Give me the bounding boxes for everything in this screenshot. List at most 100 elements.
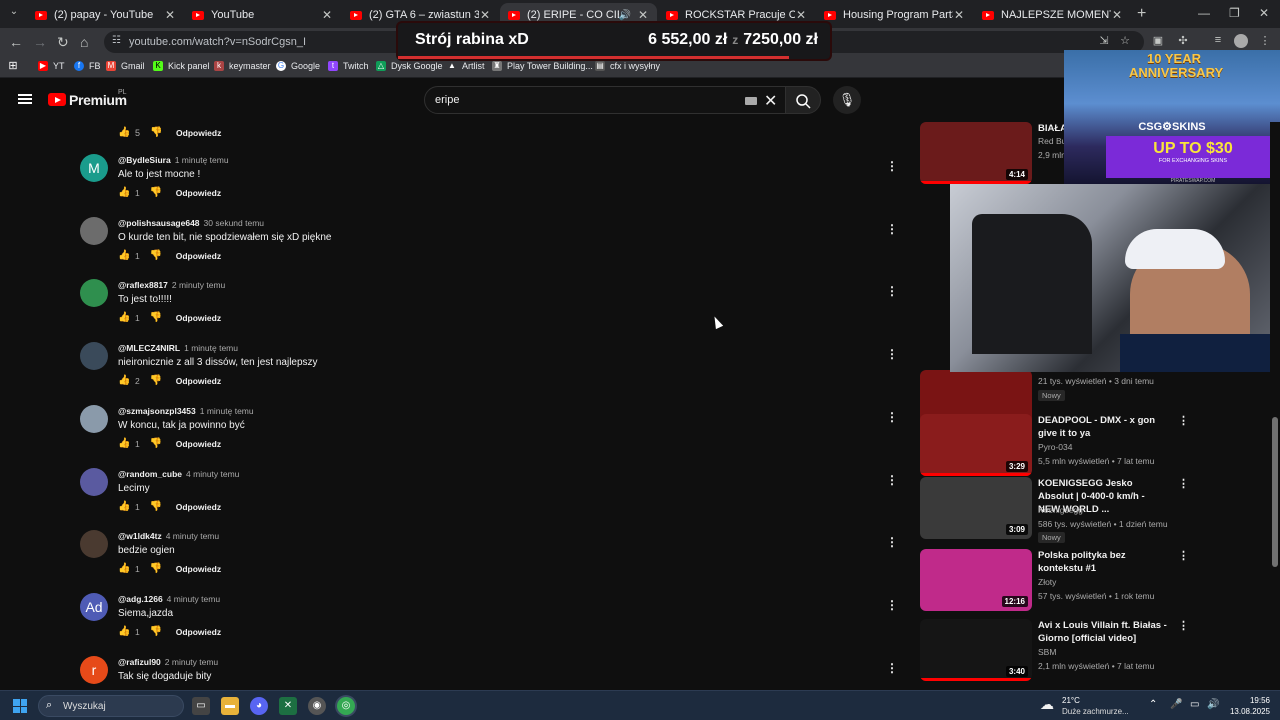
- dislike-icon[interactable]: 👎: [150, 438, 162, 450]
- profile-avatar[interactable]: [1234, 34, 1248, 48]
- comment-more-icon[interactable]: ⋮: [886, 222, 898, 236]
- video-channel[interactable]: Złoty: [1038, 577, 1056, 587]
- dislike-icon[interactable]: 👎: [150, 501, 162, 513]
- bookmark-artlist[interactable]: ▲ Artlist: [447, 61, 484, 71]
- extension-icon[interactable]: ▣: [1151, 34, 1165, 48]
- chrome-menu-icon[interactable]: ⋮: [1258, 34, 1272, 48]
- close-tab-icon[interactable]: ✕: [795, 8, 807, 22]
- like-icon[interactable]: 👍: [118, 250, 130, 262]
- search-button[interactable]: [785, 86, 821, 114]
- comment-author[interactable]: @adg.1266 4 minuty temu: [118, 594, 220, 604]
- author-handle[interactable]: @raflex8817: [118, 280, 168, 290]
- author-handle[interactable]: @adg.1266: [118, 594, 163, 604]
- search-box[interactable]: eripe ✕: [424, 86, 786, 114]
- bookmark-kick-panel[interactable]: K Kick panel: [153, 61, 210, 71]
- reply-button[interactable]: Odpowiedz: [176, 502, 221, 512]
- comment-time[interactable]: 2 minuty temu: [165, 657, 218, 667]
- close-tab-icon[interactable]: ✕: [479, 8, 491, 22]
- like-icon[interactable]: 👍: [118, 438, 130, 450]
- comment-more-icon[interactable]: ⋮: [886, 661, 898, 675]
- author-handle[interactable]: @MLECZ4NIRL: [118, 343, 180, 353]
- video-thumbnail[interactable]: 3:40: [920, 619, 1032, 681]
- close-tab-icon[interactable]: ✕: [1111, 8, 1123, 22]
- video-thumbnail[interactable]: 12:16: [920, 549, 1032, 611]
- dislike-icon[interactable]: 👎: [150, 312, 162, 324]
- comment-more-icon[interactable]: ⋮: [886, 284, 898, 298]
- avatar[interactable]: Ad: [80, 592, 108, 621]
- tray-chevron-icon[interactable]: ⌃: [1149, 699, 1157, 710]
- speaker-icon[interactable]: 🔊: [619, 10, 631, 21]
- microphone-icon[interactable]: 🎤: [1170, 699, 1182, 710]
- avatar[interactable]: [80, 216, 108, 245]
- close-window-button[interactable]: ✕: [1259, 6, 1269, 20]
- network-icon[interactable]: ▭: [1190, 699, 1199, 710]
- home-icon[interactable]: ⌂: [80, 34, 88, 50]
- taskbar-search[interactable]: ⌕ Wyszukaj: [38, 695, 184, 717]
- reply-button[interactable]: Odpowiedz: [176, 627, 221, 637]
- site-info-icon[interactable]: ☷: [112, 35, 121, 46]
- restore-button[interactable]: ❐: [1229, 6, 1240, 20]
- video-more-icon[interactable]: ⋮: [1178, 549, 1189, 562]
- author-handle[interactable]: @rafizul90: [118, 657, 161, 667]
- comment-time[interactable]: 1 minutę temu: [184, 343, 238, 353]
- dislike-icon[interactable]: 👎: [150, 187, 162, 199]
- video-thumbnail[interactable]: 3:09: [920, 477, 1032, 539]
- comment-author[interactable]: @random_cube 4 minuty temu: [118, 469, 239, 479]
- like-icon[interactable]: 👍: [118, 127, 130, 139]
- close-tab-icon[interactable]: ✕: [637, 8, 649, 22]
- page-scrollbar[interactable]: [1270, 122, 1280, 690]
- avatar[interactable]: [80, 404, 108, 433]
- video-more-icon[interactable]: ⋮: [1178, 414, 1189, 427]
- bookmark-drive[interactable]: △ Dysk Google: [376, 61, 443, 71]
- dislike-icon[interactable]: 👎: [150, 127, 162, 139]
- dislike-icon[interactable]: 👎: [150, 626, 162, 638]
- comment-author[interactable]: @MLECZ4NIRL 1 minutę temu: [118, 343, 238, 353]
- comment-author[interactable]: @polishsausage648 30 sekund temu: [118, 218, 264, 228]
- weather-widget[interactable]: ☁ 21°C Duże zachmurze...: [1040, 694, 1140, 718]
- author-handle[interactable]: @BydleSiura: [118, 155, 171, 165]
- tab-2[interactable]: YouTube ✕: [184, 3, 341, 27]
- minimize-button[interactable]: —: [1198, 6, 1210, 20]
- scrollbar-thumb[interactable]: [1272, 417, 1278, 567]
- chrome-icon[interactable]: ◎: [337, 697, 355, 715]
- discord-icon[interactable]: ◕: [250, 697, 268, 715]
- volume-icon[interactable]: 🔊: [1207, 699, 1219, 710]
- comment-time[interactable]: 4 minuty temu: [186, 469, 239, 479]
- close-tab-icon[interactable]: ✕: [953, 8, 965, 22]
- comment-more-icon[interactable]: ⋮: [886, 598, 898, 612]
- video-channel[interactable]: SBM: [1038, 647, 1056, 657]
- back-icon[interactable]: ←: [9, 34, 23, 50]
- comment-time[interactable]: 2 minuty temu: [172, 280, 225, 290]
- comment-more-icon[interactable]: ⋮: [886, 410, 898, 424]
- excel-icon[interactable]: ✕: [279, 697, 297, 715]
- video-more-icon[interactable]: ⋮: [1178, 477, 1189, 490]
- like-icon[interactable]: 👍: [118, 563, 130, 575]
- new-tab-button[interactable]: +: [1137, 5, 1146, 23]
- comment-author[interactable]: @BydleSiura 1 minutę temu: [118, 155, 229, 165]
- like-icon[interactable]: 👍: [118, 375, 130, 387]
- video-title[interactable]: DEADPOOL - DMX - x gon give it to ya: [1038, 414, 1168, 440]
- close-tab-icon[interactable]: ✕: [321, 8, 333, 22]
- comment-author[interactable]: @rafizul90 2 minuty temu: [118, 657, 218, 667]
- bookmark-play-tower[interactable]: ♜ Play Tower Building...: [492, 61, 593, 71]
- extensions-puzzle-icon[interactable]: ✣: [1176, 34, 1190, 48]
- recommended-video[interactable]: 12:16 Polska polityka bez kontekstu #1 Zło…: [920, 549, 1190, 613]
- avatar[interactable]: r: [80, 655, 108, 684]
- bookmark-fb[interactable]: f FB: [74, 61, 101, 71]
- video-title[interactable]: Polska polityka bez kontekstu #1: [1038, 549, 1168, 575]
- clear-search-icon[interactable]: ✕: [764, 91, 777, 111]
- tab-search-icon[interactable]: ⌄: [6, 6, 22, 22]
- author-handle[interactable]: @random_cube: [118, 469, 182, 479]
- bookmark-gmail[interactable]: M Gmail: [106, 61, 145, 71]
- comment-more-icon[interactable]: ⋮: [886, 535, 898, 549]
- reload-icon[interactable]: ↻: [57, 34, 69, 51]
- reply-button[interactable]: Odpowiedz: [176, 188, 221, 198]
- tab-6[interactable]: Housing Program Part3 : Viewe✕: [816, 3, 973, 27]
- comment-more-icon[interactable]: ⋮: [886, 347, 898, 361]
- avatar[interactable]: [80, 530, 108, 559]
- reply-button[interactable]: Odpowiedz: [176, 564, 221, 574]
- comment-author[interactable]: @szmajsonzpl3453 1 minutę temu: [118, 406, 254, 416]
- author-handle[interactable]: @polishsausage648: [118, 218, 200, 228]
- task-view-icon[interactable]: ▭: [192, 697, 210, 715]
- keyboard-icon[interactable]: [745, 97, 757, 105]
